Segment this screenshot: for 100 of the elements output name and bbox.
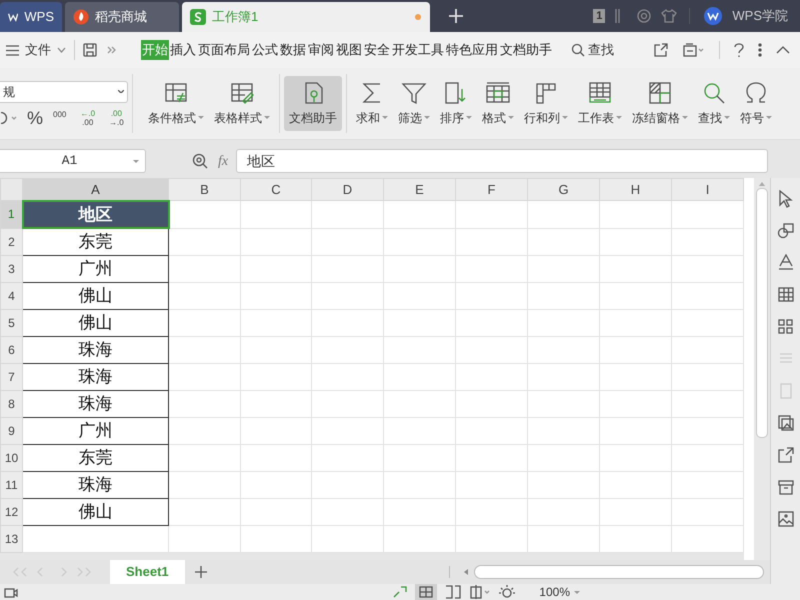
ribbon-button[interactable]: 行和列: [519, 76, 573, 131]
row-header[interactable]: 9: [0, 417, 22, 444]
currency-icon[interactable]: [1, 112, 17, 124]
new-tab-icon[interactable]: [449, 9, 463, 23]
shirt-icon[interactable]: [661, 9, 678, 23]
image-icon[interactable]: [776, 510, 794, 528]
ribbon-button[interactable]: 求和: [351, 76, 393, 131]
account-link[interactable]: WPS学院: [732, 6, 788, 26]
menu-tab[interactable]: 特色应用: [445, 40, 499, 60]
ribbon-button[interactable]: 格式: [477, 76, 519, 131]
vertical-scrollbar-thumb[interactable]: [756, 188, 768, 438]
column-header[interactable]: C: [240, 178, 312, 200]
images-icon[interactable]: [776, 414, 794, 432]
app-tab[interactable]: 稻壳商城: [65, 2, 179, 32]
formula-input[interactable]: 地区: [236, 149, 768, 173]
help-icon[interactable]: [734, 42, 744, 58]
row-header[interactable]: 11: [0, 471, 22, 498]
ribbon-button[interactable]: 表格样式: [209, 76, 275, 131]
ribbon-button[interactable]: 符号: [735, 76, 777, 131]
column-header[interactable]: I: [672, 178, 744, 200]
table-cell[interactable]: 珠海: [22, 471, 168, 498]
row-header[interactable]: 13: [0, 525, 22, 552]
decrease-decimal-button[interactable]: .00 →.0: [109, 108, 124, 126]
zoom-dropdown[interactable]: 100%: [539, 584, 580, 600]
ribbon-button[interactable]: 筛选: [393, 76, 435, 131]
table-cell[interactable]: 东莞: [22, 444, 168, 471]
column-header[interactable]: G: [528, 178, 600, 200]
app-tab[interactable]: WPS: [0, 2, 62, 32]
zoom-icon[interactable]: [192, 153, 208, 169]
column-header[interactable]: F: [456, 178, 528, 200]
comment-icon[interactable]: [683, 43, 705, 57]
search-button[interactable]: 查找: [571, 40, 614, 60]
scroll-left-icon[interactable]: [464, 569, 468, 575]
ribbon-button[interactable]: 查找: [693, 76, 735, 131]
number-format-dropdown[interactable]: 规: [0, 80, 128, 102]
name-box[interactable]: A1: [0, 149, 146, 173]
row-header[interactable]: 3: [0, 255, 22, 282]
file-menu[interactable]: 文件: [6, 40, 66, 60]
row-header[interactable]: 1: [0, 200, 22, 228]
reading-view-icon[interactable]: [469, 585, 492, 599]
ribbon-button[interactable]: 排序: [435, 76, 477, 131]
table-cell[interactable]: 广州: [22, 417, 168, 444]
add-sheet-icon[interactable]: [194, 566, 207, 578]
percent-button[interactable]: %: [27, 108, 44, 126]
page-break-icon[interactable]: [445, 585, 462, 599]
menu-tab[interactable]: 审阅: [307, 40, 335, 60]
menu-tab[interactable]: 安全: [363, 40, 391, 60]
column-header[interactable]: H: [600, 178, 672, 200]
menu-tab[interactable]: 公式: [251, 40, 279, 60]
eye-care-icon[interactable]: [499, 585, 516, 599]
share-icon[interactable]: [654, 43, 669, 57]
more-icon[interactable]: [107, 46, 117, 54]
table-cell[interactable]: 佛山: [22, 282, 168, 309]
text-style-icon[interactable]: [776, 254, 794, 272]
table-cell[interactable]: 佛山: [22, 498, 168, 525]
increase-decimal-button[interactable]: ←.0 .00: [80, 108, 96, 126]
horizontal-scrollbar-thumb[interactable]: [474, 565, 764, 579]
archive-icon[interactable]: [776, 478, 794, 496]
row-header[interactable]: 5: [0, 309, 22, 336]
share-icon[interactable]: [776, 446, 794, 464]
column-header[interactable]: E: [384, 178, 456, 200]
table-cell[interactable]: 地区: [22, 200, 168, 228]
menu-tab[interactable]: 页面布局: [197, 40, 251, 60]
column-header[interactable]: B: [168, 178, 240, 200]
macro-icon[interactable]: [4, 586, 18, 598]
ribbon-button[interactable]: 冻结窗格: [627, 76, 693, 131]
skin-circle-icon[interactable]: [637, 9, 652, 23]
menu-tab[interactable]: 插入: [169, 40, 197, 60]
table-cell[interactable]: 珠海: [22, 336, 168, 363]
row-header[interactable]: 2: [0, 228, 22, 255]
table-icon[interactable]: [776, 286, 794, 304]
ribbon-button[interactable]: 文档助手: [284, 76, 342, 131]
column-header[interactable]: A: [22, 178, 168, 200]
grid-apps-icon[interactable]: [776, 318, 794, 336]
table-cell[interactable]: 佛山: [22, 309, 168, 336]
row-header[interactable]: 7: [0, 363, 22, 390]
thousands-button[interactable]: 000: [53, 110, 66, 126]
collapse-icon[interactable]: [776, 46, 790, 54]
pointer-icon[interactable]: [776, 190, 794, 208]
row-header[interactable]: 8: [0, 390, 22, 417]
fit-icon[interactable]: [393, 586, 408, 598]
row-header[interactable]: 10: [0, 444, 22, 471]
menu-tab[interactable]: 开发工具: [391, 40, 445, 60]
menu-tab[interactable]: 视图: [335, 40, 363, 60]
table-cell[interactable]: 珠海: [22, 390, 168, 417]
table-cell[interactable]: 东莞: [22, 228, 168, 255]
row-header[interactable]: 4: [0, 282, 22, 309]
row-header[interactable]: 6: [0, 336, 22, 363]
window-count-badge[interactable]: 1: [593, 9, 606, 23]
menu-tab[interactable]: 数据: [279, 40, 307, 60]
table-cell[interactable]: 广州: [22, 255, 168, 282]
menu-tab[interactable]: 文档助手: [499, 40, 553, 60]
sheet-tab[interactable]: Sheet1: [110, 560, 185, 584]
row-header[interactable]: 12: [0, 498, 22, 525]
table-cell[interactable]: 珠海: [22, 363, 168, 390]
ribbon-button[interactable]: 条件格式: [143, 76, 209, 131]
more-options-icon[interactable]: [758, 43, 762, 57]
fx-label[interactable]: fx: [218, 150, 228, 172]
column-header[interactable]: D: [312, 178, 384, 200]
ribbon-button[interactable]: 工作表: [573, 76, 627, 131]
